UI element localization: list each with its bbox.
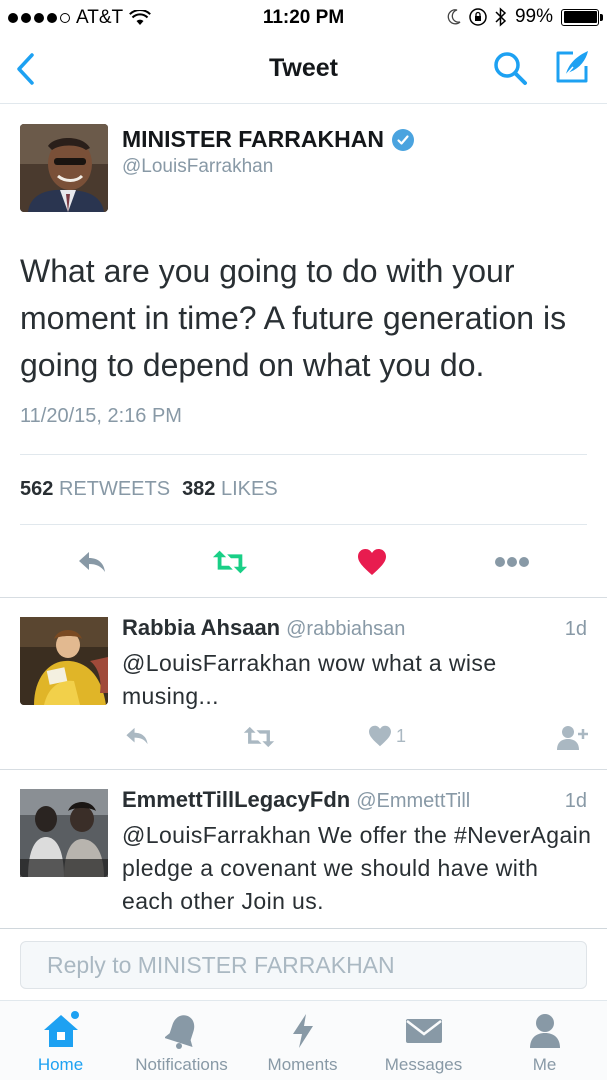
tab-label: Messages (384, 1055, 463, 1074)
divider (20, 524, 587, 525)
follow-person-icon (557, 726, 588, 750)
reply-icon (126, 727, 148, 745)
avatar-painting (20, 617, 108, 705)
bluetooth-icon (495, 7, 507, 27)
reply-age: 1d (564, 790, 587, 812)
tab-label: Notifications (135, 1055, 228, 1074)
reply-input[interactable] (20, 941, 587, 989)
rotation-lock-icon (469, 8, 487, 26)
status-bar: AT&T 11:20 PM 99% (0, 0, 607, 36)
heart-icon (358, 549, 386, 575)
tab-label: Home (37, 1055, 84, 1074)
likes-stat[interactable]: 382 LIKES (182, 478, 278, 501)
reply-text: @LouisFarrakhan We offer the #NeverAgain… (122, 822, 592, 914)
author-handle[interactable]: @LouisFarrakhan (122, 156, 273, 178)
reply-button[interactable] (74, 544, 110, 580)
person-icon (525, 1011, 565, 1051)
tweet-stats: 562 RETWEETS 382 LIKES (20, 478, 278, 501)
moon-icon (447, 9, 461, 25)
reply-actions: 1 (0, 725, 607, 755)
notification-dot (70, 1011, 79, 1019)
reply-header: EmmettTillLegacyFdn @EmmettTill (122, 787, 470, 813)
author-name[interactable]: MINISTER FARRAKHAN (122, 126, 414, 153)
author-name-text: MINISTER FARRAKHAN (122, 126, 384, 152)
compose-icon (556, 51, 588, 83)
battery-icon (561, 8, 603, 26)
status-right: 99% (447, 6, 603, 28)
reply-icon (79, 552, 105, 572)
tab-messages[interactable]: Messages (363, 1011, 484, 1075)
follow-button[interactable] (556, 725, 588, 751)
reply-text: @LouisFarrakhan wow what a wise musing..… (122, 650, 497, 709)
bell-icon (162, 1011, 202, 1051)
battery-percent: 99% (514, 6, 553, 27)
tab-notifications[interactable]: Notifications (121, 1011, 242, 1075)
retweet-icon (243, 726, 275, 748)
retweet-icon (212, 550, 248, 574)
tab-home[interactable]: Home (0, 1011, 121, 1075)
like-button[interactable] (354, 544, 390, 580)
likes-count: 382 (182, 478, 216, 500)
reply-avatar[interactable] (20, 617, 108, 705)
tab-label: Me (532, 1055, 557, 1074)
verified-badge-icon (391, 128, 414, 151)
divider (20, 454, 587, 455)
envelope-icon (404, 1011, 444, 1051)
reply-avatar[interactable] (20, 789, 108, 877)
avatar-photo (20, 124, 108, 212)
tweet-text: What are you going to do with your momen… (20, 253, 567, 383)
reply-author-name[interactable]: Rabbia Ahsaan (122, 615, 280, 640)
avatar-photo (20, 789, 108, 877)
lightning-icon (283, 1011, 323, 1051)
heart-icon (369, 725, 391, 747)
compose-button[interactable] (553, 48, 591, 86)
search-button[interactable] (492, 50, 528, 86)
tweet-actions (0, 540, 607, 584)
author-avatar[interactable] (20, 124, 108, 212)
tab-bar: Home Notifications Moments Messages Me (0, 1000, 607, 1080)
tab-label: Moments (267, 1055, 338, 1074)
reply-composer (0, 928, 607, 1000)
reply-age: 1d (564, 618, 587, 640)
more-dots-icon (495, 557, 529, 567)
home-icon (41, 1011, 81, 1051)
retweet-button[interactable] (212, 544, 248, 580)
retweets-label: RETWEETS (58, 478, 171, 500)
retweets-count: 562 (20, 478, 54, 500)
tab-me[interactable]: Me (484, 1011, 605, 1075)
tab-moments[interactable]: Moments (242, 1011, 363, 1075)
reply-author-handle[interactable]: @EmmettTill (356, 790, 470, 812)
navigation-bar: Tweet (0, 36, 607, 104)
reply-tweet[interactable]: Rabbia Ahsaan @rabbiahsan 1d @LouisFarrak… (0, 597, 607, 769)
tweet-timestamp: 11/20/15, 2:16 PM (20, 405, 182, 427)
reply-retweet-button[interactable] (243, 725, 275, 749)
search-icon (494, 52, 527, 85)
reply-like-button[interactable]: 1 (368, 725, 406, 747)
reply-author-name[interactable]: EmmettTillLegacyFdn (122, 787, 350, 812)
more-button[interactable] (494, 544, 530, 580)
reply-author-handle[interactable]: @rabbiahsan (286, 618, 405, 640)
retweets-stat[interactable]: 562 RETWEETS (20, 478, 170, 501)
reply-tweet[interactable]: EmmettTillLegacyFdn @EmmettTill 1d @Louis… (0, 769, 607, 929)
reply-header: Rabbia Ahsaan @rabbiahsan (122, 615, 405, 641)
reply-like-count: 1 (396, 725, 407, 746)
reply-reply-button[interactable] (124, 725, 150, 747)
likes-label: LIKES (221, 478, 278, 500)
